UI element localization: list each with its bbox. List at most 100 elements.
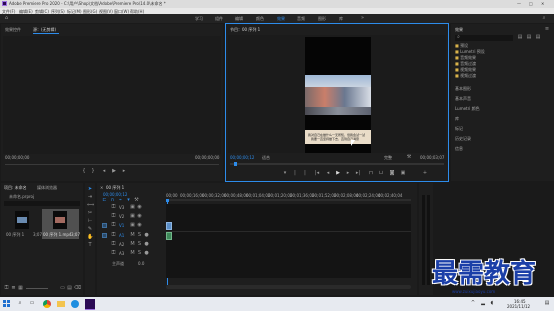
slip-tool-icon[interactable]: ⊢: [87, 219, 93, 224]
comparison-view-icon[interactable]: ▣: [400, 171, 406, 176]
audio-clip[interactable]: [166, 232, 172, 240]
tab-project[interactable]: 项目: 未命名: [4, 185, 27, 190]
sync-icon[interactable]: ▣: [130, 214, 135, 219]
search-icon[interactable]: ⌕: [541, 16, 547, 21]
fit-dropdown[interactable]: 适合: [262, 155, 270, 160]
effects-tree-item[interactable]: ■ 视频效果: [455, 67, 476, 72]
source-patch-icon[interactable]: [102, 233, 107, 238]
step-back-icon[interactable]: ◂: [325, 171, 331, 176]
32bit-effects-icon[interactable]: ▤: [526, 35, 532, 40]
mute-icon[interactable]: M: [130, 233, 135, 238]
play-icon[interactable]: ▶: [335, 171, 341, 176]
eye-icon[interactable]: ◉: [137, 223, 142, 228]
minimize-button[interactable]: —: [517, 1, 521, 6]
step-back-icon[interactable]: ◂: [101, 169, 107, 174]
chrome-icon[interactable]: [43, 300, 51, 308]
workspace-tab-audio[interactable]: 音频: [297, 16, 305, 21]
solo-icon[interactable]: S: [137, 251, 142, 256]
step-forward-icon[interactable]: ▸: [121, 169, 127, 174]
network-icon[interactable]: ▂: [480, 301, 486, 306]
snap-icon[interactable]: ∩: [110, 198, 115, 203]
mark-out-icon[interactable]: |: [302, 171, 308, 176]
export-frame-icon[interactable]: ◙: [389, 171, 395, 176]
effects-tree-item[interactable]: ■ Lumetri 预设: [455, 49, 485, 54]
ripple-edit-tool-icon[interactable]: ⟺: [87, 203, 94, 208]
home-icon[interactable]: ⌂: [4, 16, 9, 21]
effects-tree-item[interactable]: ■ 音频过渡: [455, 61, 476, 66]
lock-icon[interactable]: ⚿: [111, 205, 116, 210]
track-select-tool-icon[interactable]: ⇥: [87, 195, 93, 200]
project-item[interactable]: 00 序列 1.mp4 3;07: [42, 209, 80, 239]
accelerated-effects-icon[interactable]: ▤: [517, 35, 523, 40]
tab-source[interactable]: 源：(无剪辑): [33, 27, 56, 32]
section-info[interactable]: 信息: [455, 146, 463, 151]
close-tab-icon[interactable]: ✕: [100, 185, 103, 190]
quality-dropdown[interactable]: 完整: [384, 155, 392, 160]
settings-wrench-icon[interactable]: ⚒: [134, 198, 139, 203]
step-forward-icon[interactable]: ▸: [345, 171, 351, 176]
project-search-input[interactable]: [4, 201, 80, 206]
master-volume[interactable]: 0.0: [138, 261, 144, 266]
yuv-effects-icon[interactable]: ▤: [535, 35, 541, 40]
section-history[interactable]: 历史记录: [455, 136, 471, 141]
start-button[interactable]: [3, 300, 11, 308]
workspace-tab-assembly[interactable]: 组件: [215, 16, 223, 21]
premiere-taskbar-icon[interactable]: [85, 299, 95, 310]
effects-search-input[interactable]: ⌕: [455, 35, 513, 41]
playhead-marker[interactable]: [234, 162, 237, 166]
source-scrubber[interactable]: [5, 164, 219, 165]
lock-icon[interactable]: ⚿: [111, 214, 116, 219]
eye-icon[interactable]: ◉: [137, 205, 142, 210]
horizontal-scrollbar[interactable]: [166, 285, 411, 289]
project-item[interactable]: 00 序列 1 3;07: [5, 209, 42, 239]
solo-icon[interactable]: S: [137, 242, 142, 247]
mark-in-icon[interactable]: |: [292, 171, 298, 176]
mic-icon[interactable]: ●: [144, 233, 149, 238]
new-item-icon[interactable]: ▤: [67, 286, 72, 291]
tray-chevron-icon[interactable]: ^: [470, 301, 476, 306]
go-to-out-icon[interactable]: ▸|: [355, 171, 361, 176]
lock-icon[interactable]: ⚿: [111, 233, 116, 238]
insert-sequence-icon[interactable]: ⊏: [102, 198, 107, 203]
selection-tool-icon[interactable]: ➤: [87, 187, 93, 192]
play-icon[interactable]: ▶: [111, 169, 117, 174]
task-view-icon[interactable]: ▭: [29, 301, 35, 306]
time-ruler[interactable]: 00;00 00;00;16;00 00;00;32;00 00;00;48;0…: [166, 192, 411, 202]
workspace-tab-graphics[interactable]: 图形: [318, 16, 326, 21]
program-scrubber[interactable]: [230, 162, 444, 166]
lock-icon[interactable]: ⚿: [111, 242, 116, 247]
add-marker-icon[interactable]: ▾: [282, 171, 288, 176]
wrench-icon[interactable]: ⚒: [406, 155, 412, 160]
file-explorer-icon[interactable]: [57, 301, 65, 307]
close-button[interactable]: ✕: [541, 1, 544, 6]
type-tool-icon[interactable]: T: [87, 243, 93, 248]
hand-tool-icon[interactable]: ✋: [87, 235, 93, 240]
workspace-tab-color[interactable]: 颜色: [256, 16, 264, 21]
mark-in-icon[interactable]: {: [81, 169, 87, 174]
section-essential-graphics[interactable]: 基本图形: [455, 86, 471, 91]
source-patch-icon[interactable]: [102, 223, 107, 228]
volume-icon[interactable]: ◖: [489, 301, 495, 306]
tab-effect-controls[interactable]: 效果控件: [5, 27, 21, 32]
overflow-icon[interactable]: »: [360, 16, 365, 21]
panel-menu-icon[interactable]: ≡: [544, 27, 550, 32]
section-markers[interactable]: 标记: [455, 126, 463, 131]
sync-icon[interactable]: ▣: [130, 205, 135, 210]
zoom-slider[interactable]: [26, 288, 48, 289]
lock-icon[interactable]: ⚿: [111, 223, 116, 228]
section-essential-sound[interactable]: 基本声音: [455, 96, 471, 101]
section-lumetri-color[interactable]: Lumetri 颜色: [455, 106, 480, 111]
program-timecode[interactable]: 00;00;00;12: [230, 155, 254, 160]
clock-date[interactable]: 2021/11/12: [507, 304, 530, 309]
lift-icon[interactable]: ⊓: [368, 171, 374, 176]
sync-icon[interactable]: ▣: [130, 223, 135, 228]
mark-out-icon[interactable]: }: [90, 169, 96, 174]
mute-icon[interactable]: M: [130, 251, 135, 256]
workspace-tab-learn[interactable]: 学习: [195, 16, 203, 21]
notification-icon[interactable]: ▤: [544, 301, 550, 306]
work-area-bar[interactable]: [166, 199, 411, 201]
workspace-tab-editing[interactable]: 编辑: [235, 16, 243, 21]
list-view-icon[interactable]: ≣: [11, 286, 16, 291]
lock-icon[interactable]: ⚿: [111, 251, 116, 256]
mic-icon[interactable]: ●: [144, 251, 149, 256]
